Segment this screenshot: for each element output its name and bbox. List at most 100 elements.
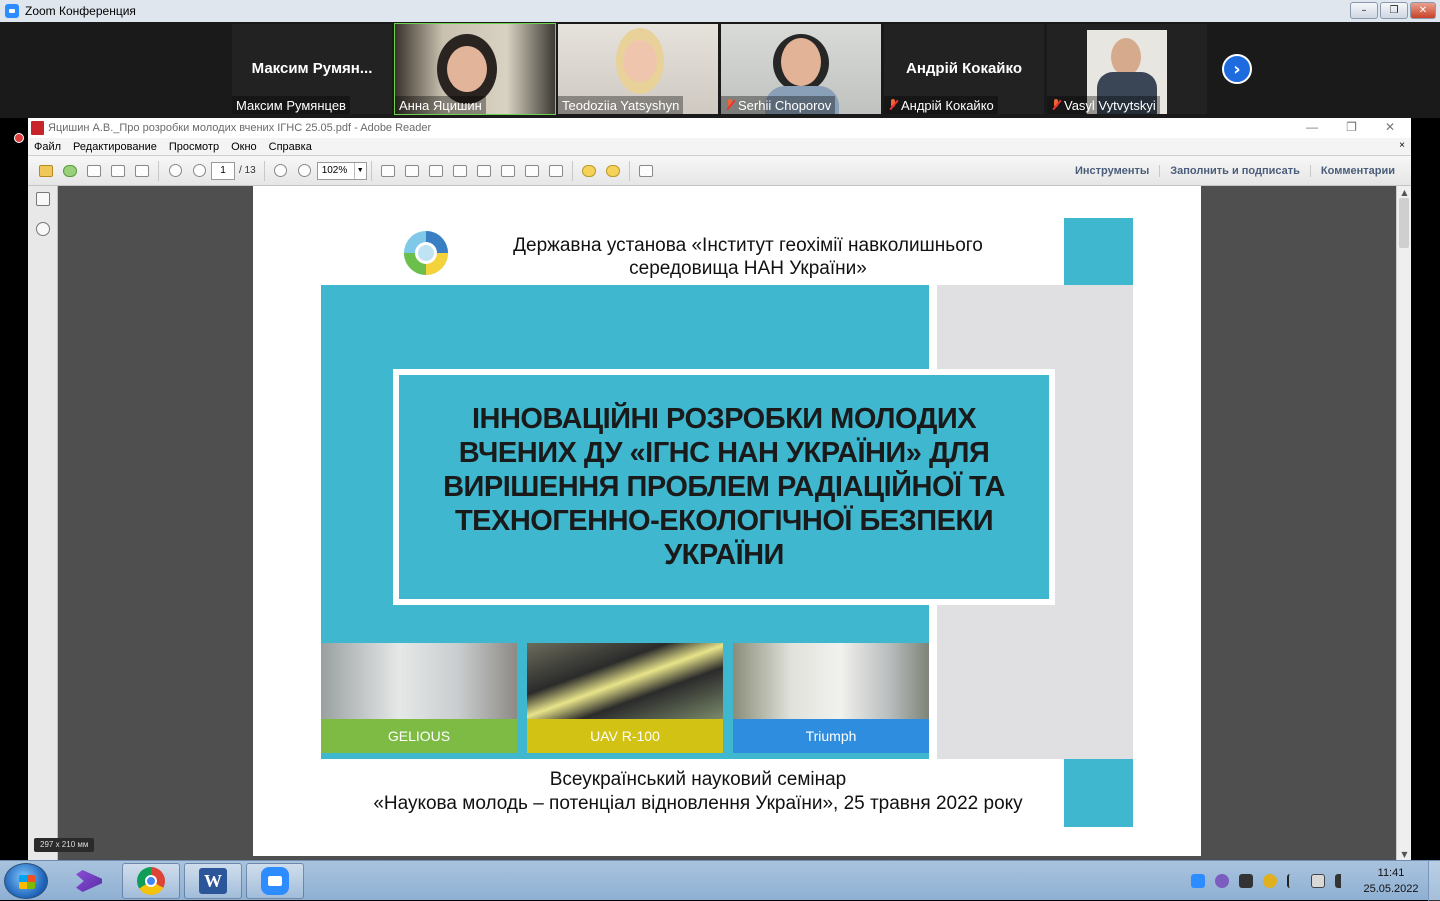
fit-page-button[interactable] — [402, 162, 422, 180]
next-participants-button[interactable]: › — [1222, 54, 1252, 84]
comment-button[interactable] — [579, 162, 599, 180]
document-viewer: Державна установа «Інститут геохімії нав… — [28, 186, 1411, 860]
organization-title: Державна установа «Інститут геохімії нав… — [513, 235, 983, 279]
single-page-icon — [452, 164, 467, 177]
accent-block — [1064, 759, 1133, 827]
zoom-title-bar: Zoom Конференция – ❐ ✕ — [0, 0, 1440, 22]
plus-icon — [298, 164, 312, 177]
participant-tile-active[interactable]: Анна Яцишин — [394, 23, 556, 115]
participant-tile[interactable]: Андрій Кокайко Андрій Кокайко — [884, 24, 1044, 114]
pages-panel-icon[interactable] — [36, 192, 50, 206]
photo-caption: GELIOUS — [321, 719, 517, 753]
participant-name: Анна Яцишин — [399, 97, 482, 113]
cloud-icon — [63, 164, 77, 177]
attachments-panel-icon[interactable] — [36, 222, 50, 236]
participant-tile[interactable]: Serhii Choporov — [721, 24, 881, 114]
flag-icon[interactable] — [1287, 874, 1301, 888]
save-button[interactable] — [84, 162, 104, 180]
minimize-button[interactable]: – — [1350, 2, 1378, 19]
scroll-down-icon[interactable]: ▼ — [1397, 848, 1412, 860]
participant-tile[interactable]: Teodoziia Yatsyshyn — [558, 24, 718, 114]
continuous-button[interactable] — [474, 162, 494, 180]
page-number-input[interactable]: 1 — [211, 161, 235, 180]
chrome-center — [145, 875, 157, 887]
zoom-app-icon — [5, 4, 19, 18]
cover-view-button[interactable] — [522, 162, 542, 180]
previous-page-button[interactable] — [165, 162, 185, 180]
cloud-button[interactable] — [60, 162, 80, 180]
taskbar-word[interactable]: W — [184, 863, 242, 899]
zoom-in-button[interactable] — [295, 162, 315, 180]
photo-caption: Triumph — [733, 719, 929, 753]
volume-icon[interactable] — [1335, 874, 1349, 888]
two-page-icon — [500, 164, 515, 177]
close-button[interactable]: ✕ — [1410, 2, 1436, 19]
taskbar-visual-studio[interactable] — [60, 863, 118, 899]
participant-tile[interactable]: Максим Румян... Максим Румянцев — [232, 24, 392, 114]
clock-time: 11:41 — [1377, 867, 1405, 879]
reader-restore-button[interactable]: ❐ — [1346, 120, 1357, 134]
menu-window[interactable]: Окно — [231, 141, 257, 153]
zoom-window-title: Zoom Конференция — [25, 4, 136, 18]
menu-view[interactable]: Просмотр — [169, 141, 219, 153]
tools-pane-button[interactable]: Инструменты — [1065, 165, 1159, 177]
participant-name: Андрій Кокайко — [901, 97, 994, 113]
show-desktop-button[interactable] — [1428, 861, 1440, 901]
participant-name-label: Vasyl Vytvytskyi — [1047, 96, 1160, 114]
page-size-badge: 297 x 210 мм — [34, 838, 95, 852]
zoom-level-select[interactable]: 102% ▼ — [316, 161, 367, 180]
reader-minimize-button[interactable]: — — [1306, 120, 1318, 134]
taskbar-zoom[interactable] — [246, 863, 304, 899]
menu-close-icon[interactable]: × — [1399, 140, 1405, 151]
arrow-down-icon — [192, 164, 206, 177]
scrollbar-thumb[interactable] — [1399, 198, 1409, 248]
next-page-button[interactable] — [189, 162, 209, 180]
person-face — [447, 46, 487, 92]
participant-tile[interactable]: Vasyl Vytvytskyi — [1047, 24, 1207, 114]
system-clock[interactable]: 11:41 25.05.2022 — [1354, 865, 1428, 897]
security-tray-icon[interactable] — [1263, 874, 1277, 888]
mic-muted-icon — [888, 99, 898, 111]
visual-studio-icon — [76, 870, 102, 892]
person-face — [1111, 38, 1141, 76]
cover-view-icon — [524, 164, 539, 177]
menu-file[interactable]: Файл — [34, 141, 61, 153]
menu-help[interactable]: Справка — [269, 141, 312, 153]
photo-caption: UAV R-100 — [527, 719, 723, 753]
single-page-button[interactable] — [450, 162, 470, 180]
clock-date: 25.05.2022 — [1363, 883, 1419, 895]
vertical-scrollbar[interactable]: ▲ ▼ — [1396, 186, 1411, 860]
fit-width-button[interactable] — [378, 162, 398, 180]
app-tray-icon[interactable] — [1239, 874, 1253, 888]
scroll-mode-icon — [548, 164, 563, 177]
fit-height-icon — [428, 164, 443, 177]
zoom-out-button[interactable] — [271, 162, 291, 180]
seminar-text: Всеукраїнський науковий семінар «Наукова… — [323, 768, 1073, 816]
printer-icon — [111, 164, 125, 177]
fill-sign-pane-button[interactable]: Заполнить и подписать — [1159, 164, 1310, 177]
scroll-up-icon[interactable]: ▲ — [1397, 186, 1412, 198]
zoom-tray-icon[interactable] — [1191, 874, 1205, 888]
highlight-button[interactable] — [603, 162, 623, 180]
taskbar-chrome[interactable] — [122, 863, 180, 899]
reader-close-button[interactable]: ✕ — [1385, 120, 1395, 134]
comments-pane-button[interactable]: Комментарии — [1309, 164, 1405, 177]
email-button[interactable] — [132, 162, 152, 180]
toolbar-separator — [158, 160, 159, 181]
restore-button[interactable]: ❐ — [1380, 2, 1408, 19]
menu-edit[interactable]: Редактирование — [73, 141, 157, 153]
open-file-button[interactable] — [36, 162, 56, 180]
fullscreen-button[interactable] — [636, 162, 656, 180]
start-button[interactable] — [4, 863, 48, 899]
mic-muted-icon — [1051, 99, 1061, 111]
participant-strip: Максим Румян... Максим Румянцев Анна Яци… — [0, 22, 1440, 118]
network-icon[interactable] — [1311, 874, 1325, 888]
viber-tray-icon[interactable] — [1215, 874, 1229, 888]
scroll-mode-button[interactable] — [546, 162, 566, 180]
print-button[interactable] — [108, 162, 128, 180]
minus-icon — [274, 164, 288, 177]
fit-height-button[interactable] — [426, 162, 446, 180]
fit-width-icon — [380, 164, 395, 177]
reader-toolbar: 1 / 13 102% ▼ Инструменты Заполнить и под… — [28, 156, 1411, 186]
two-page-button[interactable] — [498, 162, 518, 180]
